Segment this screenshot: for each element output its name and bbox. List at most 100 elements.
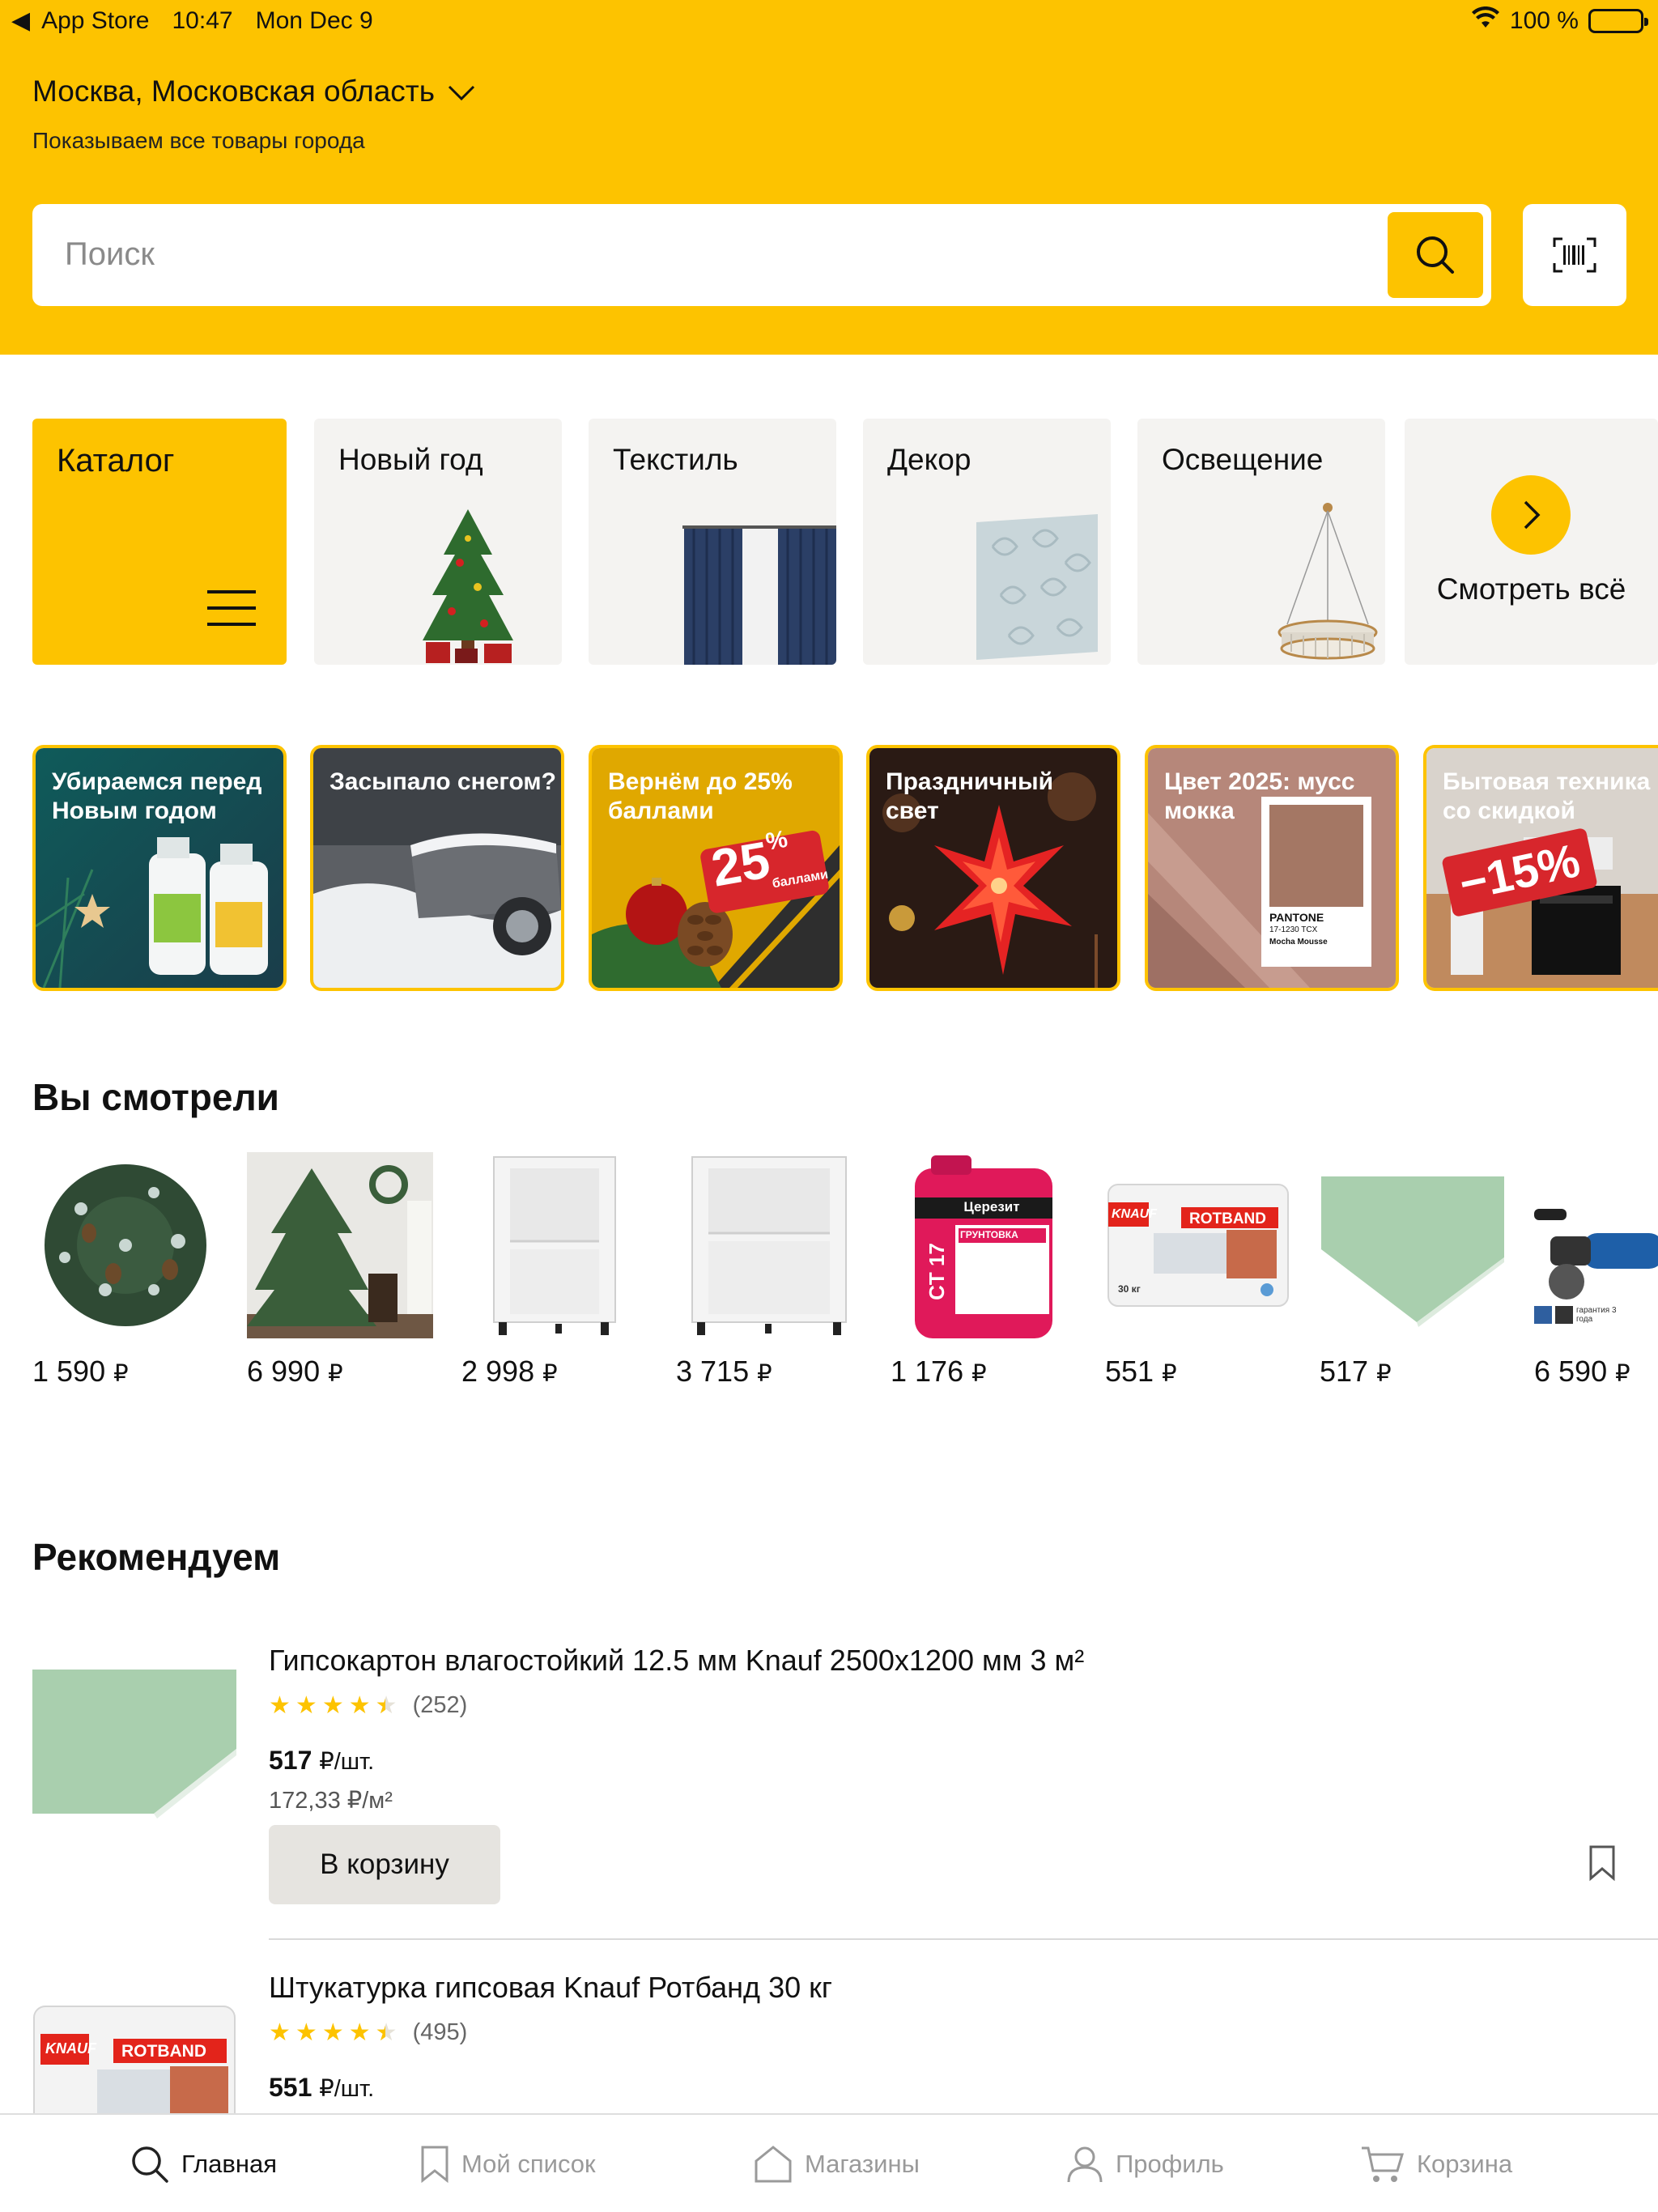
- product-image[interactable]: [32, 1660, 236, 1822]
- category-view-all[interactable]: Смотреть всё: [1405, 419, 1658, 665]
- viewed-price: 3 715: [676, 1355, 750, 1388]
- menu-icon: [207, 590, 256, 626]
- product-price: 551 ₽/шт.: [269, 2073, 375, 2102]
- recommended-section-title: Рекомендуем: [32, 1536, 281, 1578]
- promo-color-2025[interactable]: Цвет 2025: мусс мокка PANTONE 17-1230 TC…: [1145, 745, 1399, 991]
- viewed-item[interactable]: 3 715 ₽: [676, 1152, 862, 1389]
- promo-title: Убираемся перед Новым годом: [52, 768, 262, 824]
- category-textile[interactable]: Текстиль: [589, 419, 836, 665]
- plaster-bag-image: [1107, 1184, 1289, 1307]
- chandelier-image: [1278, 503, 1378, 660]
- bag-weight: 30 кг: [1118, 1283, 1141, 1295]
- back-arrow-icon[interactable]: ◀: [11, 6, 30, 35]
- search-button[interactable]: [1388, 212, 1483, 298]
- primer-canister-image: [915, 1155, 1052, 1338]
- viewed-price: 2 998: [461, 1355, 535, 1388]
- warranty-note: гарантия 3 года: [1576, 1306, 1617, 1324]
- product-image[interactable]: KNAUF ROTBAND: [32, 2005, 236, 2113]
- promo-cleaning[interactable]: Убираемся перед Новым годом: [32, 745, 287, 991]
- star-icon: ★: [348, 2018, 371, 2046]
- primer-kind: ГРУНТОВКА: [960, 1229, 1018, 1240]
- promo-holiday-light[interactable]: Праздничный свет: [866, 745, 1120, 991]
- status-bar: ◀ App Store 10:47 Mon Dec 9 100 %: [0, 0, 1658, 40]
- star-icon: ★: [321, 2018, 344, 2046]
- viewed-price: 6 990: [247, 1355, 321, 1388]
- cart-icon: [1362, 2146, 1405, 2182]
- viewed-item[interactable]: Церезит CT 17 ГРУНТОВКА 1 176 ₽: [891, 1152, 1077, 1389]
- product-title[interactable]: Штукатурка гипсовая Knauf Ротбанд 30 кг: [269, 1971, 832, 2005]
- add-to-cart-button[interactable]: В корзину: [269, 1825, 500, 1904]
- tab-bar: Главная Мой список Магазины Профиль Корз…: [0, 2113, 1658, 2212]
- curtains-image: [682, 525, 836, 665]
- battery-icon: [1588, 9, 1648, 33]
- product-unit-price: 172,33 ₽/м²: [269, 1788, 393, 1814]
- category-label: Каталог: [57, 443, 175, 479]
- header: ◀ App Store 10:47 Mon Dec 9 100 % Москва…: [0, 0, 1658, 355]
- tab-stores[interactable]: Магазины: [753, 2115, 920, 2212]
- viewed-item[interactable]: KNAUF ROTBAND 30 кг 551 ₽: [1105, 1152, 1291, 1389]
- category-lighting[interactable]: Освещение: [1137, 419, 1385, 665]
- star-half-icon: ★ ★: [375, 2018, 397, 2046]
- review-count: (252): [412, 1692, 468, 1718]
- battery-percent: 100 %: [1509, 7, 1579, 34]
- promo-bonus[interactable]: Вернём до 25% баллами 25% баллами: [589, 745, 843, 991]
- bookmark-icon[interactable]: [1588, 1844, 1617, 1882]
- store-icon: [755, 2146, 792, 2183]
- promo-title: Вернём до 25% баллами: [608, 768, 793, 824]
- primer-brand: Церезит: [963, 1199, 1020, 1214]
- tab-home[interactable]: Главная: [130, 2115, 277, 2212]
- search-input[interactable]: Поиск: [32, 204, 1491, 306]
- category-label: Текстиль: [613, 443, 738, 476]
- star-icon: ★: [295, 1691, 317, 1719]
- promo-title: Праздничный свет: [886, 768, 1054, 824]
- category-catalog[interactable]: Каталог: [32, 419, 287, 665]
- wreath-image: [45, 1164, 206, 1326]
- promo-snow[interactable]: Засыпало снегом?: [310, 745, 564, 991]
- tab-my-list[interactable]: Мой список: [419, 2115, 596, 2212]
- location-selector[interactable]: Москва, Московская область: [32, 74, 475, 108]
- tab-label: Мой список: [461, 2150, 596, 2178]
- viewed-item[interactable]: 517 ₽: [1320, 1152, 1506, 1389]
- item-divider: [269, 1938, 1658, 1940]
- category-decor[interactable]: Декор: [863, 419, 1111, 665]
- drywall-sheet-image: [1321, 1176, 1504, 1327]
- promo-title: Засыпало снегом?: [329, 768, 556, 795]
- viewed-item[interactable]: 6 990 ₽: [247, 1152, 433, 1389]
- tab-label: Профиль: [1116, 2150, 1224, 2178]
- search-icon: [132, 2146, 168, 2183]
- back-app-label[interactable]: App Store: [41, 7, 149, 35]
- category-label: Новый год: [338, 443, 483, 476]
- wallpaper-image: [976, 514, 1098, 660]
- star-icon: ★: [269, 1691, 291, 1719]
- review-count: (495): [412, 2019, 468, 2045]
- tab-cart[interactable]: Корзина: [1360, 2115, 1512, 2212]
- search-icon: [1417, 236, 1454, 274]
- viewed-price: 517: [1320, 1355, 1369, 1388]
- tab-profile[interactable]: Профиль: [1065, 2115, 1224, 2212]
- star-icon: ★: [269, 2018, 291, 2046]
- tree-room-image: [247, 1152, 433, 1338]
- viewed-item[interactable]: 2 998 ₽: [461, 1152, 648, 1389]
- promo-title: Бытовая техника со скидкой: [1443, 768, 1651, 824]
- promo-title: Цвет 2025: мусс мокка: [1164, 768, 1355, 824]
- cabinet-image: [691, 1156, 847, 1335]
- category-new-year[interactable]: Новый год: [314, 419, 562, 665]
- category-label: Освещение: [1162, 443, 1324, 476]
- knauf-logo: KNAUF: [45, 2040, 96, 2057]
- star-icon: ★: [348, 1691, 371, 1719]
- viewed-price: 6 590: [1534, 1355, 1608, 1388]
- christmas-tree-image: [423, 509, 513, 663]
- star-icon: ★: [295, 2018, 317, 2046]
- rotband-label: ROTBAND: [1189, 1210, 1266, 1227]
- category-label: Смотреть всё: [1436, 572, 1626, 606]
- product-title[interactable]: Гипсокартон влагостойкий 12.5 мм Knauf 2…: [269, 1644, 1084, 1678]
- location-subtitle: Показываем все товары города: [32, 128, 365, 153]
- profile-icon: [1067, 2146, 1103, 2183]
- barcode-scan-button[interactable]: [1523, 204, 1626, 306]
- promo-appliances[interactable]: Бытовая техника со скидкой −15%: [1423, 745, 1658, 991]
- viewed-item[interactable]: гарантия 3 года 6 590 ₽: [1534, 1152, 1658, 1389]
- viewed-section-title: Вы смотрели: [32, 1076, 279, 1118]
- wifi-icon: [1471, 6, 1500, 36]
- viewed-item[interactable]: 1 590 ₽: [32, 1152, 219, 1389]
- drywall-sheet-image: [32, 1670, 236, 1819]
